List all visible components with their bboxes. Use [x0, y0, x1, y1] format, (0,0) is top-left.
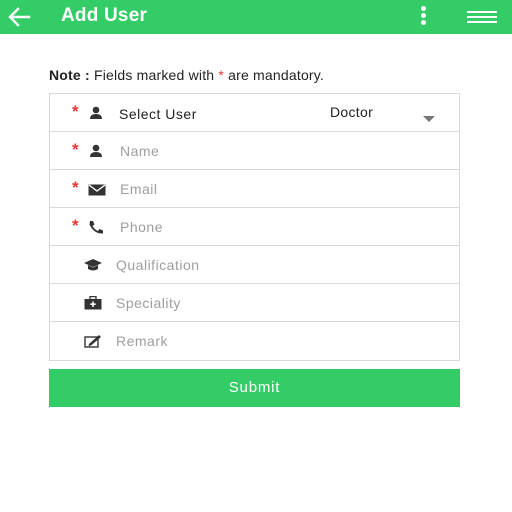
submit-button[interactable]: Submit [49, 369, 460, 407]
phone-field[interactable]: * Phone [50, 208, 459, 246]
menu-button[interactable] [467, 11, 499, 25]
email-field[interactable]: * Email [50, 170, 459, 208]
note-star: * [218, 67, 225, 83]
note-text-end: are mandatory. [228, 67, 325, 83]
speciality-input[interactable]: Speciality [116, 295, 181, 311]
page-title: Add User [61, 5, 148, 26]
graduation-cap-icon [84, 258, 102, 272]
more-options-button[interactable] [416, 6, 430, 28]
required-marker: * [72, 178, 79, 197]
arrow-left-icon [8, 7, 31, 27]
note-text: Fields marked with [93, 67, 215, 83]
name-input[interactable]: Name [120, 143, 159, 159]
select-user-field[interactable]: * Select User Doctor [50, 94, 459, 132]
select-user-value[interactable]: Doctor [330, 104, 373, 120]
email-input[interactable]: Email [120, 181, 158, 197]
name-field[interactable]: * Name [50, 132, 459, 170]
select-user-label: Select User [119, 106, 197, 122]
phone-input[interactable]: Phone [120, 219, 163, 235]
app-bar: Add User [0, 0, 512, 34]
mandatory-note: Note : Fields marked with * are mandator… [49, 67, 324, 83]
back-button[interactable] [7, 5, 33, 29]
remark-input[interactable]: Remark [116, 333, 168, 349]
qualification-input[interactable]: Qualification [116, 257, 200, 273]
edit-note-icon [84, 334, 101, 348]
required-marker: * [72, 216, 79, 235]
medical-kit-icon [84, 295, 102, 310]
note-prefix: Note : [49, 67, 90, 83]
required-marker: * [72, 140, 79, 159]
person-icon [88, 144, 104, 158]
qualification-field[interactable]: Qualification [50, 246, 459, 284]
hamburger-menu-icon [467, 11, 499, 23]
remark-field[interactable]: Remark [50, 322, 459, 360]
required-marker: * [72, 102, 79, 121]
add-user-form: * Select User Doctor * Name * Email * Ph… [49, 93, 460, 361]
more-vertical-icon [416, 6, 430, 25]
chevron-down-icon[interactable] [422, 110, 436, 122]
phone-icon [88, 220, 104, 234]
speciality-field[interactable]: Speciality [50, 284, 459, 322]
envelope-icon [88, 183, 106, 197]
person-icon [88, 106, 104, 120]
